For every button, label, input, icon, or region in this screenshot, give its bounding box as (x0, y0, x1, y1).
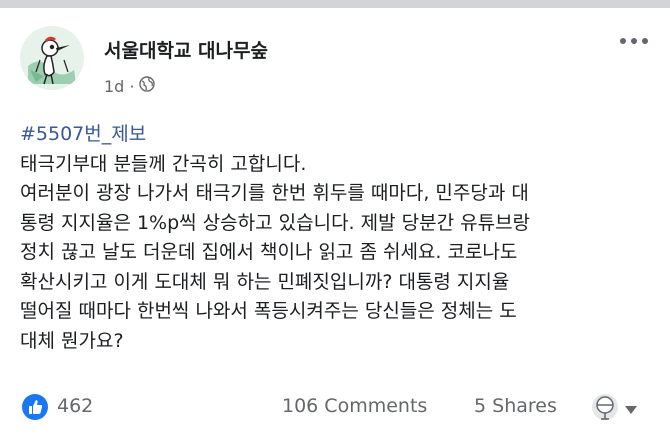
reaction-globe-icon (590, 392, 620, 426)
more-dot (620, 38, 626, 44)
shares-count[interactable]: 5 Shares (474, 395, 557, 417)
post-line: 여러분이 광장 나가서 태극기를 한번 휘두를 때마다, 민주당과 대 (20, 182, 529, 204)
reaction-selector[interactable] (590, 392, 638, 426)
post-line: 확산시키고 이게 도대체 뭐 하는 민폐짓입니까? 대통령 지지율 (20, 270, 510, 293)
post-line: 대체 뭔가요? (20, 329, 124, 352)
top-divider (0, 0, 670, 8)
more-dot (631, 38, 637, 44)
post-meta: 1d · (104, 76, 156, 96)
globe-icon (139, 76, 156, 96)
page-avatar[interactable] (20, 26, 84, 90)
facebook-post-card: 서울대학교 대나무숲 1d · #5507번_제보 태극기부대 분들께 간곡히 … (0, 8, 670, 446)
post-footer: 462 106 Comments 5 Shares (0, 390, 670, 430)
more-options-icon[interactable] (620, 38, 648, 44)
post-line: 정치 끊고 날도 더운데 집에서 책이나 읽고 좀 쉬세요. 코로나도 (20, 241, 518, 263)
post-time[interactable]: 1d (104, 77, 124, 96)
hashtag-link[interactable]: #5507번_제보 (20, 123, 146, 145)
post-text: #5507번_제보 태극기부대 분들께 간곡히 고합니다. 여러분이 광장 나가… (20, 120, 652, 356)
page-name[interactable]: 서울대학교 대나무숲 (104, 36, 268, 63)
post-line: 통령 지지율은 1%p씩 상승하고 있습니다. 제발 당분간 유튜브랑 (20, 211, 531, 234)
caret-down-icon (624, 400, 638, 419)
thumbs-up-icon[interactable] (22, 394, 48, 420)
post-line: 떨어질 때마다 한번씩 나와서 폭등시켜주는 당신들은 정체는 도 (20, 300, 517, 322)
bird-logo-icon (20, 26, 84, 90)
comments-count[interactable]: 106 Comments (282, 395, 427, 417)
more-dot (642, 38, 648, 44)
like-count[interactable]: 462 (57, 395, 93, 417)
post-line: 태극기부대 분들께 간곡히 고합니다. (20, 152, 307, 175)
meta-separator: · (129, 76, 135, 96)
